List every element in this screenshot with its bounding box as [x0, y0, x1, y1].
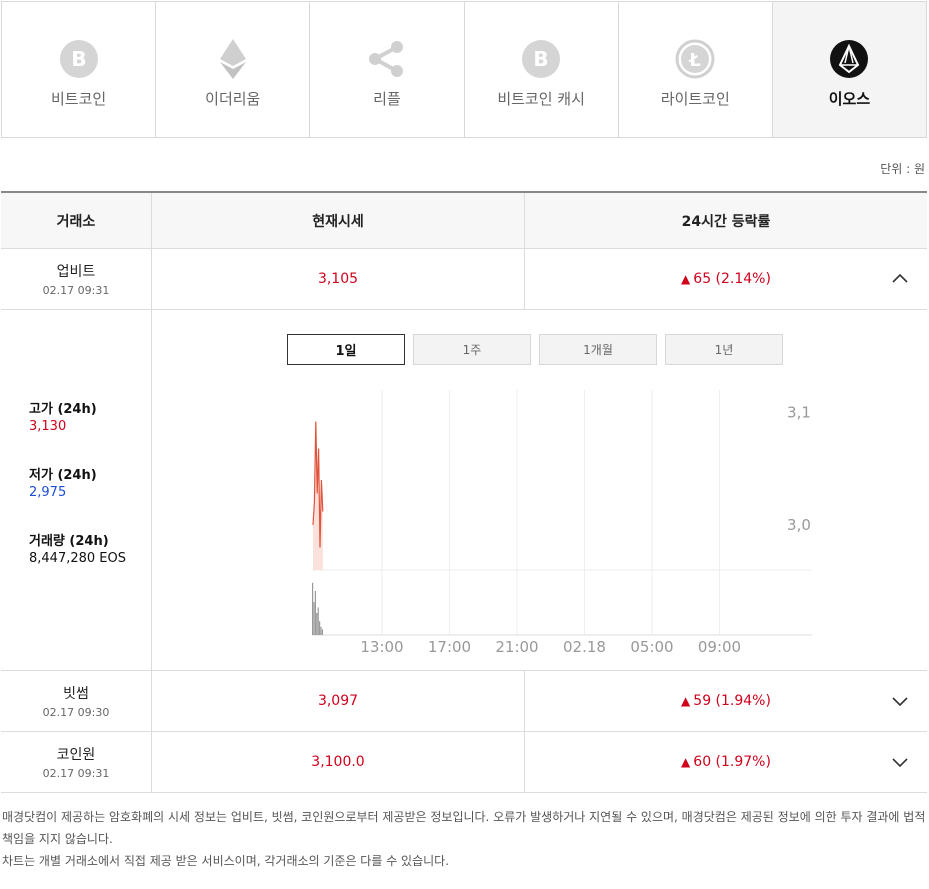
low-label: 저가 (24h) [29, 468, 97, 483]
table-row-upbit[interactable]: 업비트 02.17 09:31 3,105 ▲ 65 (2.14%) [1, 249, 927, 310]
tab-label: 리플 [373, 90, 401, 108]
period-selector: 1일 1주 1개월 1년 [287, 334, 783, 365]
high-value: 3,130 [29, 419, 67, 434]
disclaimer: 매경닷컴이 제공하는 암호화폐의 시세 정보는 업비트, 빗썸, 코인원으로부터… [2, 806, 927, 872]
volume-bar [320, 626, 322, 635]
tab-bitcoin-cash[interactable]: B 비트코인 캐시 [465, 2, 619, 137]
coin-tabs: B 비트코인 이더리움 리플 B 비트코인 캐시 Ł 라이트코인 이오스 [1, 1, 927, 138]
tab-label: 비트코인 [50, 90, 107, 108]
volume-bar [317, 607, 319, 635]
x-tick-label: 02.18 [563, 638, 606, 656]
litecoin-icon: Ł [674, 38, 716, 80]
period-1week-button[interactable]: 1주 [413, 334, 531, 365]
ethereum-icon [212, 38, 254, 80]
price-table: 거래소 현재시세 24시간 등락률 업비트 02.17 09:31 3,105 … [1, 191, 927, 793]
detail-panel: 고가 (24h) 3,130 저가 (24h) 2,975 거래량 (24h) … [1, 310, 927, 671]
current-price: 3,100.0 [311, 754, 365, 770]
chart-notice-text: 차트는 개별 거래소에서 직접 제공 받은 서비스이며, 각거래소의 기준은 다… [2, 854, 450, 868]
change-value: ▲ 60 (1.97%) [681, 754, 771, 770]
svg-text:B: B [71, 47, 86, 71]
exchange-time: 02.17 09:31 [42, 284, 110, 297]
svg-text:B: B [533, 47, 548, 71]
tab-label: 이오스 [828, 90, 871, 108]
period-1day-button[interactable]: 1일 [287, 334, 405, 365]
exchange-name: 업비트 [56, 264, 96, 280]
tab-ethereum[interactable]: 이더리움 [156, 2, 311, 137]
exchange-time: 02.17 09:30 [42, 706, 110, 719]
x-tick-label: 21:00 [495, 638, 538, 656]
header-price: 현재시세 [152, 193, 525, 248]
volume-bar [314, 591, 316, 635]
tab-label: 비트코인 캐시 [497, 90, 585, 108]
change-value: ▲ 59 (1.94%) [681, 693, 771, 709]
x-tick-label: 17:00 [428, 638, 471, 656]
table-row-bithumb[interactable]: 빗썸 02.17 09:30 3,097 ▲ 59 (1.94%) [1, 671, 927, 732]
exchange-time: 02.17 09:31 [42, 767, 110, 780]
header-change: 24시간 등락률 [681, 213, 771, 230]
volume-bar [316, 613, 318, 635]
tab-litecoin[interactable]: Ł 라이트코인 [619, 2, 773, 137]
price-chart: 3,120 3,095 13:00 17:00 21:00 02.18 05:00 09:00 [312, 390, 812, 656]
up-triangle-icon: ▲ [681, 694, 691, 708]
chart-area: 1일 1주 1개월 1년 3,120 3,095 13:00 17:00 21:00 02… [152, 310, 927, 670]
bitcoin-icon: B [58, 38, 100, 80]
tab-ripple[interactable]: 리플 [310, 2, 465, 137]
tab-bitcoin[interactable]: B 비트코인 [2, 2, 157, 137]
volume-bar [312, 582, 314, 635]
volume-bar [321, 629, 323, 635]
up-triangle-icon: ▲ [681, 755, 691, 769]
exchange-name: 빗썸 [63, 686, 89, 702]
chevron-down-icon[interactable] [891, 753, 909, 771]
unit-label: 단위 : 원 [880, 162, 925, 176]
exchange-name: 코인원 [56, 747, 96, 763]
y-tick-label: 3,095 [787, 516, 812, 534]
period-1month-button[interactable]: 1개월 [539, 334, 657, 365]
current-price: 3,105 [317, 271, 359, 287]
current-price: 3,097 [317, 693, 359, 709]
y-tick-label: 3,120 [787, 404, 812, 422]
header-exchange: 거래소 [1, 193, 152, 248]
tab-label: 이더리움 [205, 90, 261, 108]
period-1year-button[interactable]: 1년 [665, 334, 783, 365]
up-triangle-icon: ▲ [681, 272, 691, 286]
high-label: 고가 (24h) [29, 402, 97, 417]
volume-bar [313, 602, 315, 635]
tab-label: 라이트코인 [660, 90, 730, 108]
ripple-icon [366, 38, 408, 80]
bitcoin-cash-icon: B [520, 38, 562, 80]
x-tick-label: 09:00 [698, 638, 741, 656]
table-header: 거래소 현재시세 24시간 등락률 [1, 193, 927, 249]
x-tick-label: 13:00 [360, 638, 403, 656]
table-row-coinone[interactable]: 코인원 02.17 09:31 3,100.0 ▲ 60 (1.97%) [1, 732, 927, 793]
low-value: 2,975 [29, 485, 67, 500]
volume-value: 8,447,280 EOS [29, 551, 126, 566]
change-value: ▲ 65 (2.14%) [681, 271, 771, 287]
svg-text:Ł: Ł [688, 50, 701, 71]
disclaimer-text: 매경닷컴이 제공하는 암호화폐의 시세 정보는 업비트, 빗썸, 코인원으로부터… [2, 810, 926, 846]
tab-eos[interactable]: 이오스 [772, 2, 927, 137]
volume-bar [319, 621, 321, 635]
volume-label: 거래량 (24h) [29, 534, 109, 549]
chevron-down-icon[interactable] [891, 692, 909, 710]
chevron-up-icon[interactable] [891, 270, 909, 288]
eos-icon [828, 38, 870, 80]
x-tick-label: 05:00 [630, 638, 673, 656]
